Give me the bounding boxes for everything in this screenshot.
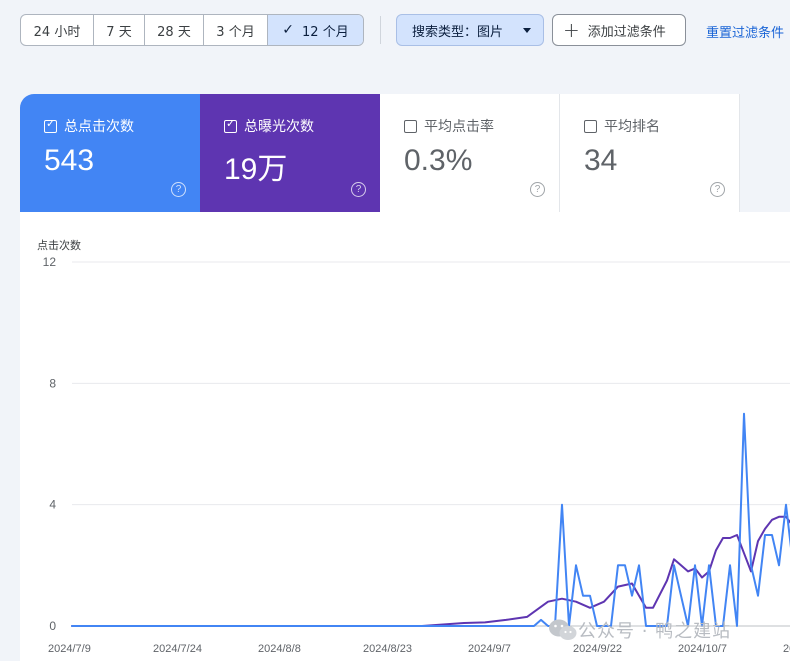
- dropdown-arrow-icon: [523, 28, 531, 33]
- range-label: 24 小时: [33, 24, 81, 40]
- x-tick-label: 2024/7/24: [153, 643, 202, 655]
- clicks-line: [71, 412, 790, 627]
- range-3m-button[interactable]: 3 个月: [204, 15, 268, 45]
- help-icon[interactable]: ?: [530, 182, 545, 197]
- metric-card-total-impressions[interactable]: ✓ 总曝光次数 19万 ?: [200, 94, 380, 212]
- help-icon[interactable]: ?: [171, 182, 186, 197]
- metric-value: 0.3%: [404, 144, 473, 177]
- metric-card-total-clicks[interactable]: ✓ 总点击次数 543 ?: [20, 94, 200, 212]
- x-tick-label: 2024/8/8: [258, 643, 301, 655]
- checkbox-checked[interactable]: ✓: [224, 117, 237, 133]
- metric-cards: ✓ 总点击次数 543 ? ✓ 总曝光次数 19万 ? 平均点击率 0.3% ?…: [20, 94, 740, 212]
- check-icon: ✓: [46, 117, 56, 130]
- range-12m-button[interactable]: ✓ 12 个月: [268, 15, 363, 45]
- range-label: 3 个月: [216, 24, 255, 40]
- range-28d-button[interactable]: 28 天: [145, 15, 204, 45]
- y-tick-label: 12: [43, 255, 57, 269]
- range-24h-button[interactable]: 24 小时: [21, 15, 94, 45]
- performance-chart[interactable]: 点击次数 0 4 8 12 2024/7/9 2024/7/24 2024/8/8 2024/8…: [20, 212, 790, 661]
- range-label: 28 天: [157, 24, 191, 40]
- metric-value: 19万: [224, 153, 288, 186]
- date-range-selector: 24 小时 7 天 28 天 3 个月 ✓ 12 个月: [20, 14, 364, 46]
- range-label: 12 个月: [302, 24, 349, 40]
- check-icon: ✓: [226, 117, 236, 130]
- watermark: 公众号 · 鸭之建站: [548, 617, 731, 643]
- impressions-line: [71, 515, 790, 627]
- y-tick-label: 4: [49, 498, 56, 512]
- reset-filters-link[interactable]: 重置过滤条件: [706, 22, 784, 41]
- performance-chart-panel: 点击次数 0 4 8 12 2024/7/9 2024/7/24 2024/8/8 2024/8…: [20, 212, 790, 661]
- add-filter-button[interactable]: + 添加过滤条件: [552, 14, 686, 46]
- y-tick-label: 8: [49, 376, 56, 390]
- metric-label: 总曝光次数: [244, 119, 314, 135]
- help-icon[interactable]: ?: [351, 182, 366, 197]
- metric-label: 平均排名: [604, 119, 660, 135]
- check-icon: ✓: [282, 22, 295, 38]
- metric-value: 34: [584, 144, 618, 177]
- checkbox-checked[interactable]: ✓: [44, 117, 57, 133]
- y-axis-title: 点击次数: [37, 238, 81, 252]
- plus-icon: +: [563, 18, 580, 42]
- x-tick-label: 2024/9/22: [573, 643, 622, 655]
- add-filter-label: 添加过滤条件: [587, 24, 666, 40]
- wechat-icon: [549, 619, 577, 640]
- search-type-label: 搜索类型：图片: [412, 24, 504, 40]
- help-icon[interactable]: ?: [710, 182, 725, 197]
- metric-card-average-position[interactable]: 平均排名 34 ?: [560, 94, 740, 212]
- toolbar-divider: [380, 16, 381, 44]
- metric-value: 543: [44, 144, 95, 177]
- metric-card-average-ctr[interactable]: 平均点击率 0.3% ?: [380, 94, 560, 212]
- checkbox-unchecked[interactable]: [404, 120, 417, 133]
- metric-label: 平均点击率: [424, 119, 494, 135]
- x-tick-label: 2024/7/9: [48, 643, 91, 655]
- x-tick-label: 2024/10/7: [678, 643, 727, 655]
- x-tick-label: 2024/8/23: [363, 643, 412, 655]
- checkbox-unchecked[interactable]: [584, 120, 597, 133]
- x-tick-label: 2024/10/: [783, 643, 790, 655]
- metric-label: 总点击次数: [64, 119, 134, 135]
- watermark-text: 公众号 · 鸭之建站: [578, 621, 732, 642]
- search-type-filter-chip[interactable]: 搜索类型：图片: [396, 14, 544, 46]
- y-tick-label: 0: [49, 619, 56, 633]
- x-tick-label: 2024/9/7: [468, 643, 511, 655]
- range-label: 7 天: [106, 24, 132, 40]
- range-7d-button[interactable]: 7 天: [94, 15, 145, 45]
